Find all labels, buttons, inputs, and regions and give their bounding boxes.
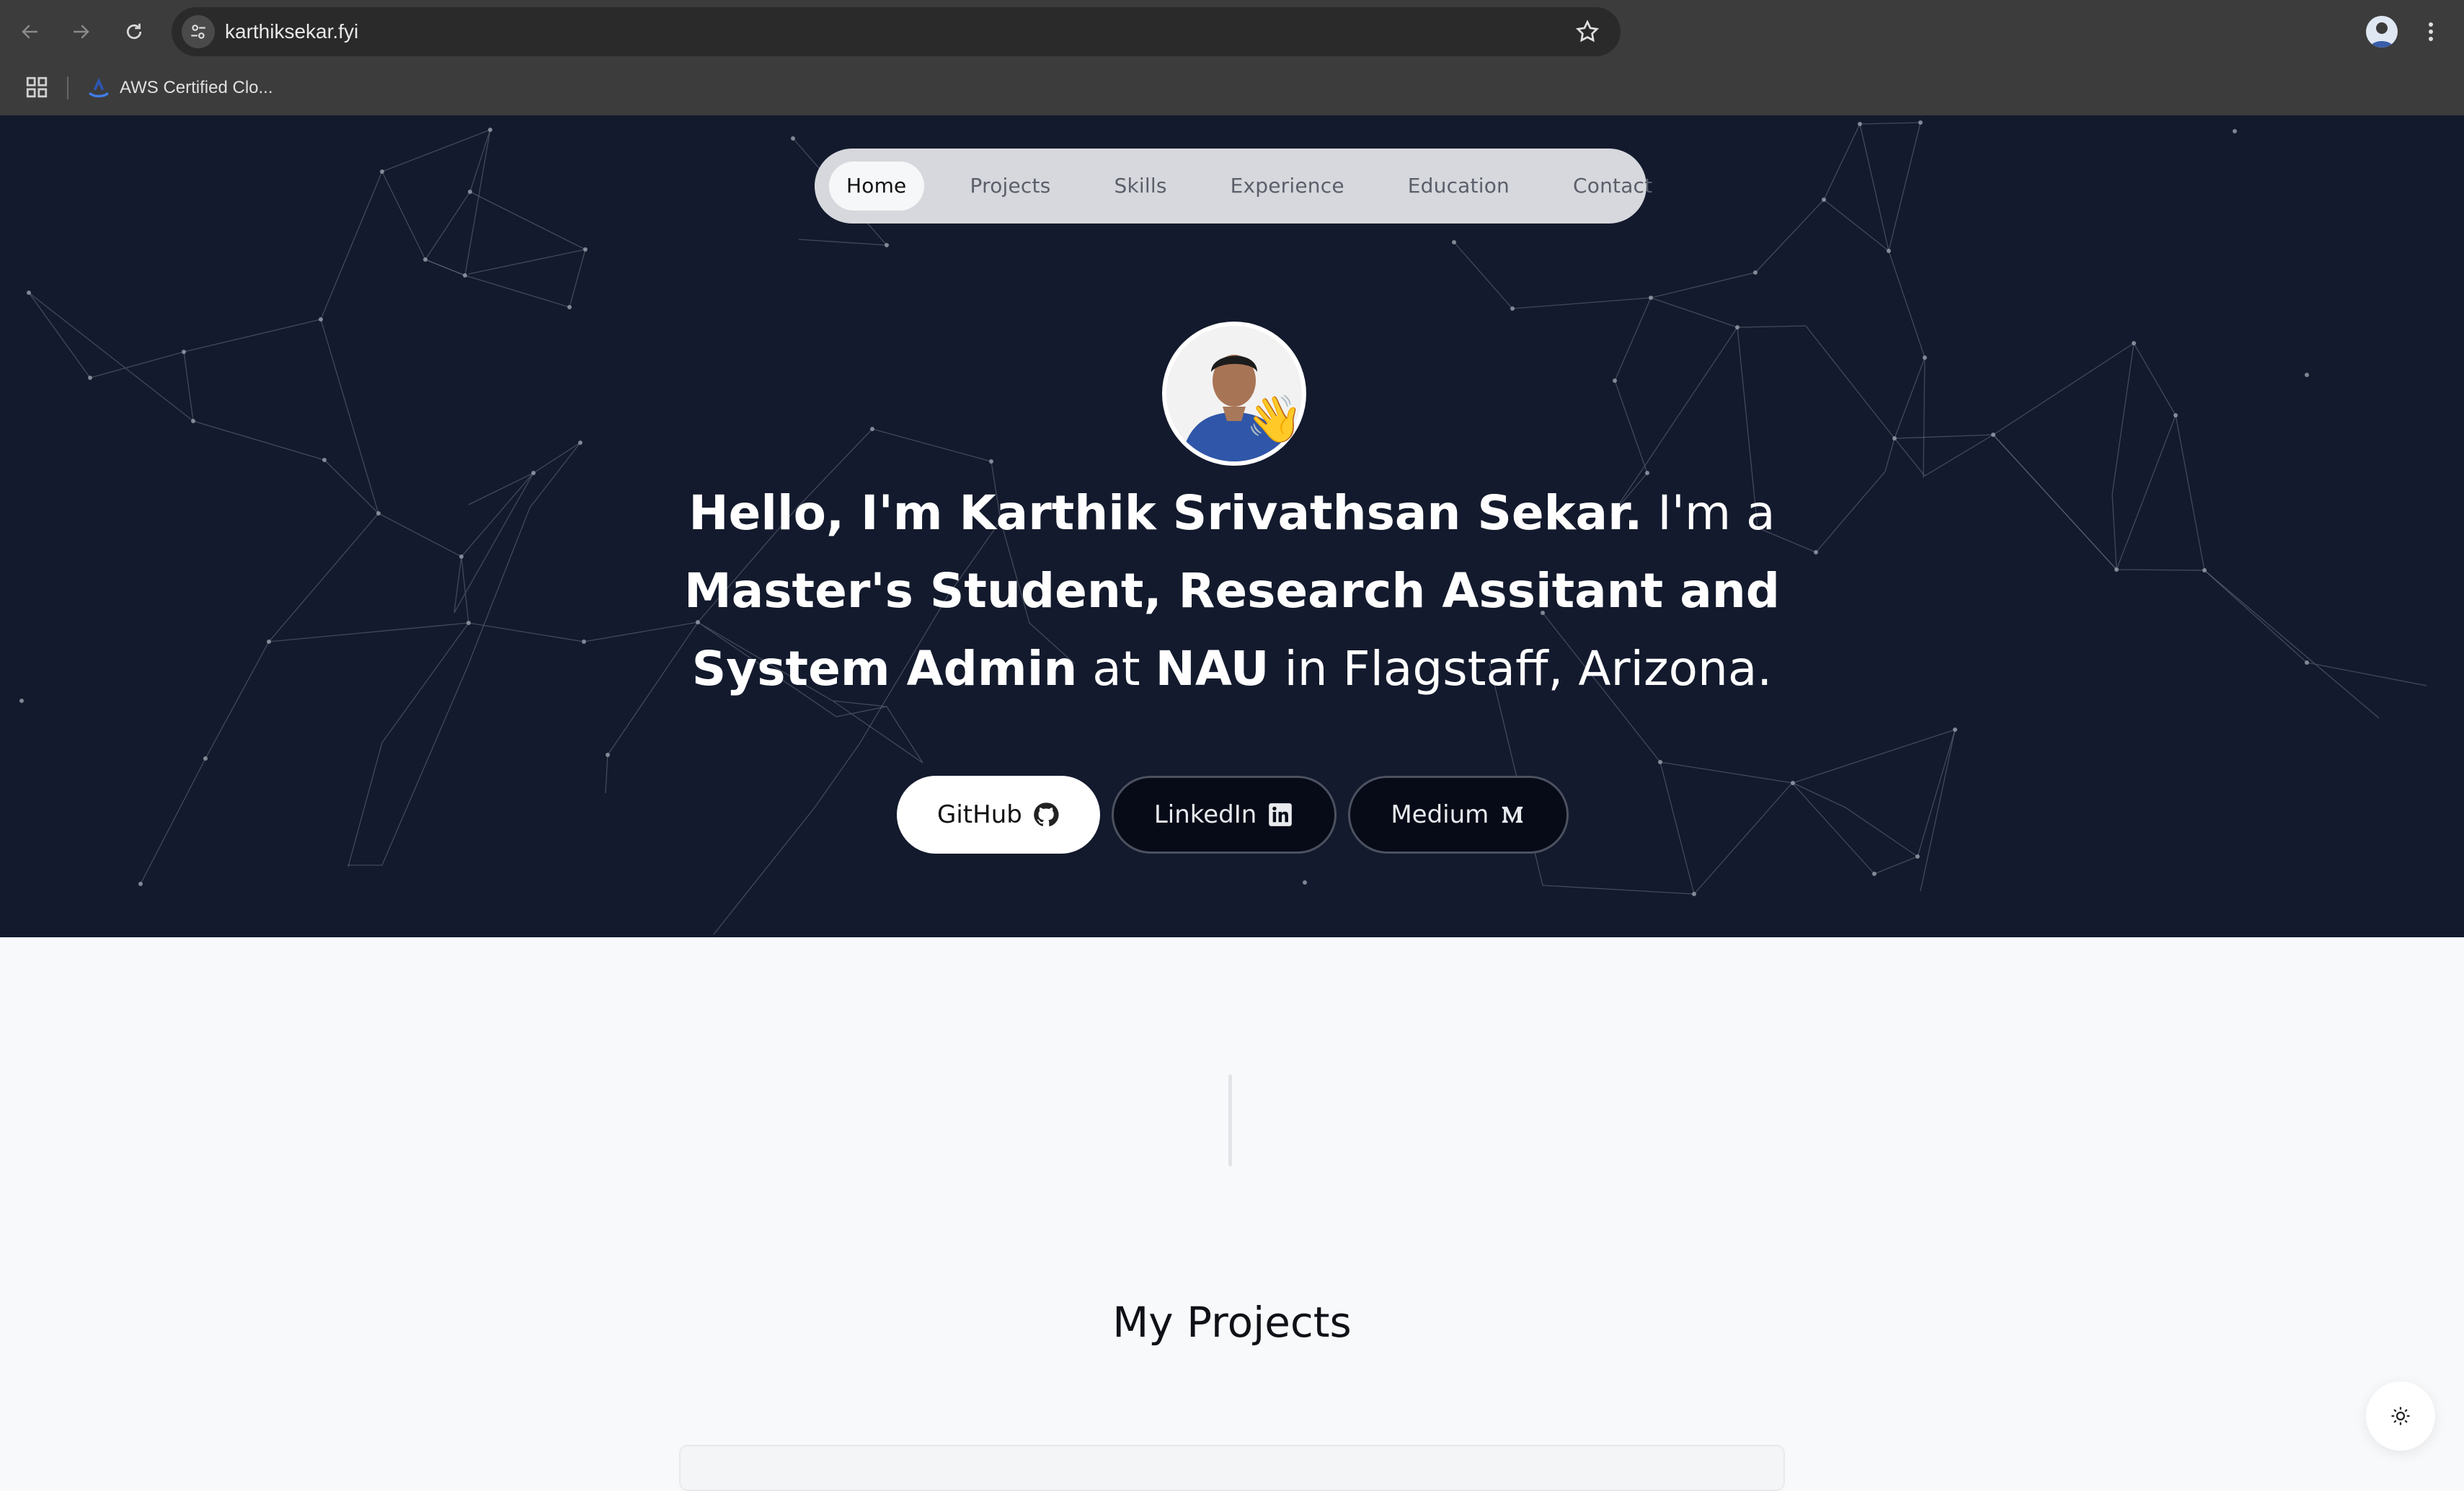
nav-contact[interactable]: Contact [1556,162,1670,211]
headline-org: NAU [1155,641,1269,696]
site-info-button[interactable] [182,15,215,48]
tune-icon [191,25,205,39]
reload-button[interactable] [115,13,153,50]
social-buttons: GitHub LinkedIn Medium [897,776,1569,854]
nav-projects[interactable]: Projects [953,162,1068,211]
linkedin-label: LinkedIn [1153,800,1257,829]
hero-section: Home Projects Skills Experience Educatio… [0,115,2464,937]
headline-at: at [1077,641,1156,696]
medium-button[interactable]: Medium [1348,776,1569,854]
nav-skills[interactable]: Skills [1097,162,1184,211]
arrow-left-icon [22,25,37,39]
projects-heading: My Projects [1112,1298,1352,1347]
headline-role-lead: I'm a [1642,485,1776,541]
arrow-right-icon [74,25,89,39]
person-icon [2370,22,2393,48]
section-divider [1228,1074,1232,1167]
bookmark-aws[interactable]: AWS Certified Clo... [87,71,273,105]
hero-headline: Hello, I'm Karthik Srivathsan Sekar. I'm… [649,474,1815,708]
project-card[interactable] [679,1445,1785,1491]
nav-experience[interactable]: Experience [1213,162,1362,211]
sun-icon [2391,1407,2410,1425]
browser-toolbar: karthiksekar.fyi [0,0,2464,63]
linkedin-button[interactable]: LinkedIn [1111,776,1337,854]
waving-hand-emoji: 👋 [1246,393,1303,446]
profile-avatar[interactable] [2366,16,2398,48]
theme-toggle-button[interactable] [2366,1381,2435,1451]
star-icon[interactable] [1574,19,1600,45]
headline-role-2: System Admin [691,641,1078,696]
bookmarks-bar: AWS Certified Clo... [0,63,2464,117]
aws-favicon-icon [88,77,110,98]
github-label: GitHub [937,800,1022,829]
medium-icon [1502,806,1523,823]
reload-icon [126,23,142,40]
back-button[interactable] [12,13,49,50]
github-button[interactable]: GitHub [897,776,1100,854]
nav-home[interactable]: Home [829,162,924,211]
bookmarks-divider [67,76,68,99]
linkedin-icon [1269,803,1293,826]
forward-button[interactable] [62,13,99,50]
medium-label: Medium [1391,800,1489,829]
bookmark-label[interactable]: AWS Certified Clo... [120,78,273,98]
headline-role: Master's Student, Research Assitant and [684,563,1780,619]
headline-location: in Flagstaff, Arizona. [1269,641,1773,696]
github-icon [1034,802,1059,827]
top-navigation: Home Projects Skills Experience Educatio… [815,149,1652,224]
url-text[interactable]: karthiksekar.fyi [225,7,358,56]
headline-intro: Hello, I'm Karthik Srivathsan Sekar. [688,485,1643,541]
nav-education[interactable]: Education [1391,162,1527,211]
address-bar[interactable]: karthiksekar.fyi [172,7,1621,56]
kebab-menu-icon[interactable] [2422,17,2439,46]
apps-grid-icon[interactable] [25,75,49,99]
